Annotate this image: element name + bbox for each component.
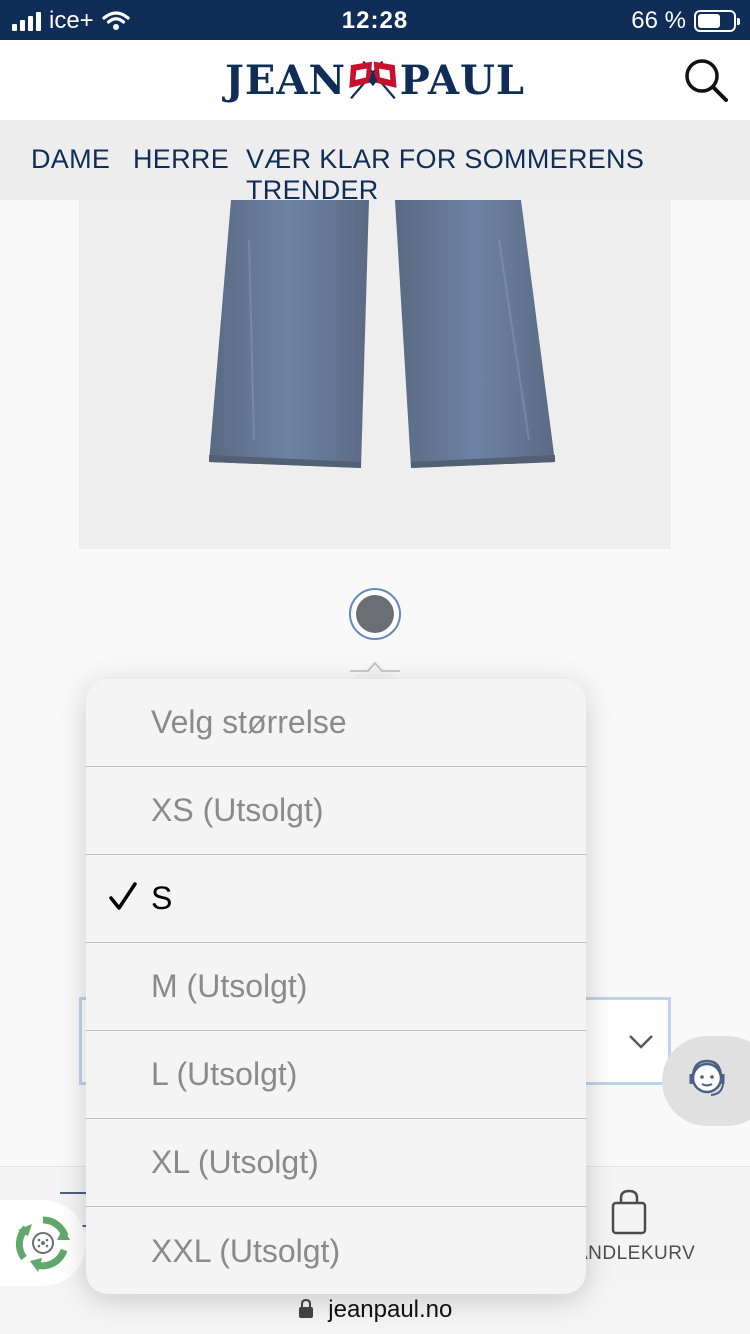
size-option-placeholder[interactable]: Velg størrelse: [86, 679, 586, 767]
size-option-xl[interactable]: XL (Utsolgt): [86, 1119, 586, 1207]
size-option-label: S: [151, 880, 173, 916]
size-option-label: L (Utsolgt): [151, 1056, 298, 1092]
status-right: 66 %: [631, 7, 740, 35]
crossed-flags-icon: [349, 60, 397, 100]
size-picker-popover: Velg størrelse XS (Utsolgt) S M (Utsolgt…: [86, 679, 586, 1294]
site-header: JEAN PAUL: [0, 40, 750, 120]
brand-logo[interactable]: JEAN PAUL: [225, 50, 525, 110]
size-option-label: XS (Utsolgt): [151, 792, 324, 828]
battery-icon: [694, 10, 740, 32]
brand-logo-left: JEAN: [225, 56, 347, 104]
popover-arrow: [350, 661, 400, 681]
nav-item-dame[interactable]: DAME: [31, 144, 110, 175]
battery-fill: [698, 14, 721, 28]
size-option-label: M (Utsolgt): [151, 968, 308, 1004]
nav-item-summer-trends[interactable]: VÆR KLAR FOR SOMMERENS TRENDER: [246, 144, 750, 206]
size-option-m[interactable]: M (Utsolgt): [86, 943, 586, 1031]
search-icon[interactable]: [682, 56, 730, 104]
size-option-label: XL (Utsolgt): [151, 1144, 319, 1180]
status-bar: ice+ 12:28 66 %: [0, 0, 750, 40]
checkmark-icon: [109, 882, 137, 910]
nav-item-herre[interactable]: HERRE: [133, 144, 229, 175]
size-option-l[interactable]: L (Utsolgt): [86, 1031, 586, 1119]
brand-logo-right: PAUL: [399, 56, 525, 104]
lock-icon: [298, 1299, 313, 1318]
category-nav: DAME HERRE VÆR KLAR FOR SOMMERENS TRENDE…: [0, 120, 750, 205]
url-text: jeanpaul.no: [328, 1296, 453, 1323]
size-option-xs[interactable]: XS (Utsolgt): [86, 767, 586, 855]
size-option-label: Velg størrelse: [151, 704, 347, 740]
battery-percent: 66 %: [631, 7, 686, 34]
size-option-label: XXL (Utsolgt): [151, 1232, 341, 1269]
size-option-xxl[interactable]: XXL (Utsolgt): [86, 1207, 586, 1294]
size-option-s[interactable]: S: [86, 855, 586, 943]
